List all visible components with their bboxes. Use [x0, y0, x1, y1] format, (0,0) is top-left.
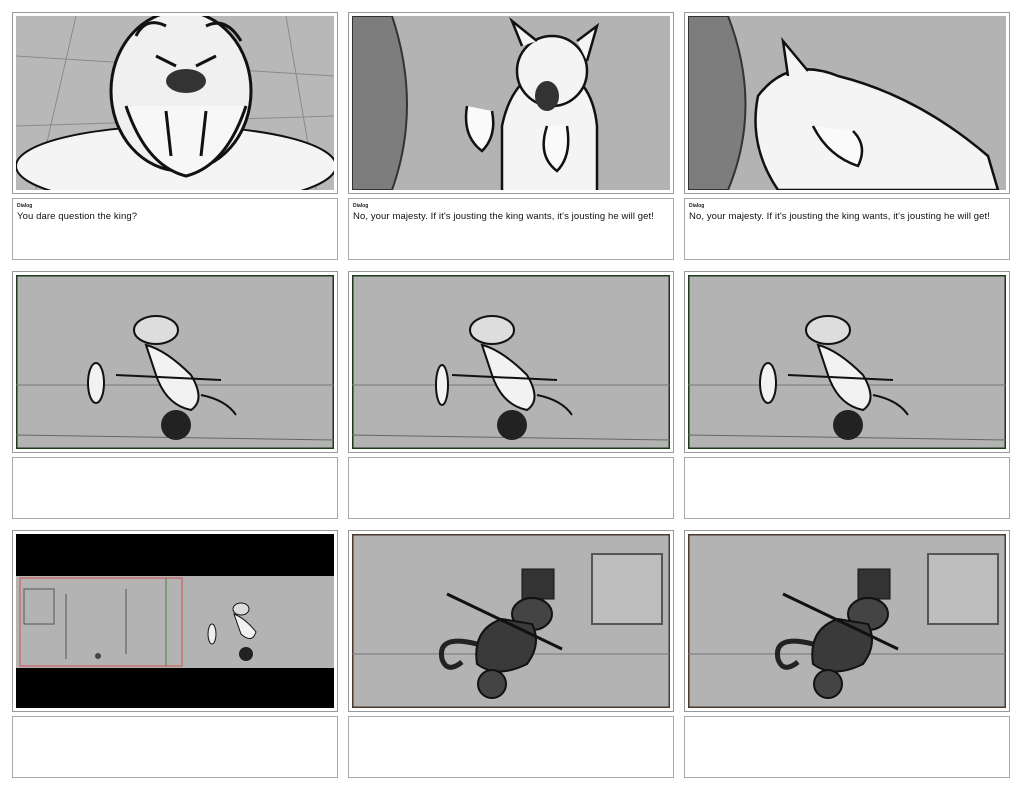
dialog-label: [353, 721, 669, 727]
panel-image-frame: [684, 12, 1010, 194]
dialog-label: Dialog: [353, 203, 369, 209]
panel-image-frame: [348, 12, 674, 194]
panel-notes[interactable]: Dialog No, your majesty. If it's joustin…: [684, 198, 1010, 260]
dark-cat-on-ball-sketch: [352, 534, 670, 708]
panel-image-frame: [348, 530, 674, 712]
dialog-label: [689, 721, 1005, 727]
cat-bowing-sketch: [688, 16, 1006, 190]
panel-notes[interactable]: Dialog You dare question the king?: [12, 198, 338, 260]
panel-image-frame: [348, 271, 674, 453]
bulldog-king-sketch: [16, 16, 334, 190]
panel-notes[interactable]: [348, 716, 674, 778]
dialog-text: You dare question the king?: [17, 211, 138, 222]
dialog-label: Dialog: [689, 203, 705, 209]
dialog-label: [353, 462, 669, 468]
storyboard-panel-9[interactable]: [684, 530, 1010, 778]
storyboard-panel-8[interactable]: [348, 530, 674, 778]
storyboard-panel-1[interactable]: Dialog You dare question the king?: [12, 12, 338, 260]
knight-on-ball-sketch: [352, 275, 670, 449]
dialog-label: [17, 462, 333, 468]
panel-image-frame: [12, 12, 338, 194]
wide-shot-letterbox-sketch: [16, 534, 334, 708]
panel-image-frame: [684, 271, 1010, 453]
storyboard-panel-3[interactable]: Dialog No, your majesty. If it's joustin…: [684, 12, 1010, 260]
storyboard-panel-7[interactable]: [12, 530, 338, 778]
storyboard-panel-4[interactable]: [12, 271, 338, 519]
cat-surprised-sketch: [352, 16, 670, 190]
panel-image-frame: [12, 271, 338, 453]
dialog-label: [689, 462, 1005, 468]
panel-image-frame: [12, 530, 338, 712]
storyboard-panel-5[interactable]: [348, 271, 674, 519]
dialog-text: No, your majesty. If it's jousting the k…: [353, 211, 655, 222]
panel-notes[interactable]: Dialog No, your majesty. If it's joustin…: [348, 198, 674, 260]
panel-notes[interactable]: [348, 457, 674, 519]
panel-notes[interactable]: [684, 716, 1010, 778]
knight-on-ball-sketch: [16, 275, 334, 449]
panel-image-frame: [684, 530, 1010, 712]
storyboard-panel-2[interactable]: Dialog No, your majesty. If it's joustin…: [348, 12, 674, 260]
dialog-text: No, your majesty. If it's jousting the k…: [689, 211, 991, 222]
dialog-label: Dialog: [17, 203, 33, 209]
knight-on-ball-sketch: [688, 275, 1006, 449]
storyboard-panel-6[interactable]: [684, 271, 1010, 519]
panel-notes[interactable]: [12, 716, 338, 778]
panel-notes[interactable]: [684, 457, 1010, 519]
dark-cat-on-ball-sketch: [688, 534, 1006, 708]
panel-notes[interactable]: [12, 457, 338, 519]
dialog-label: [17, 721, 333, 727]
